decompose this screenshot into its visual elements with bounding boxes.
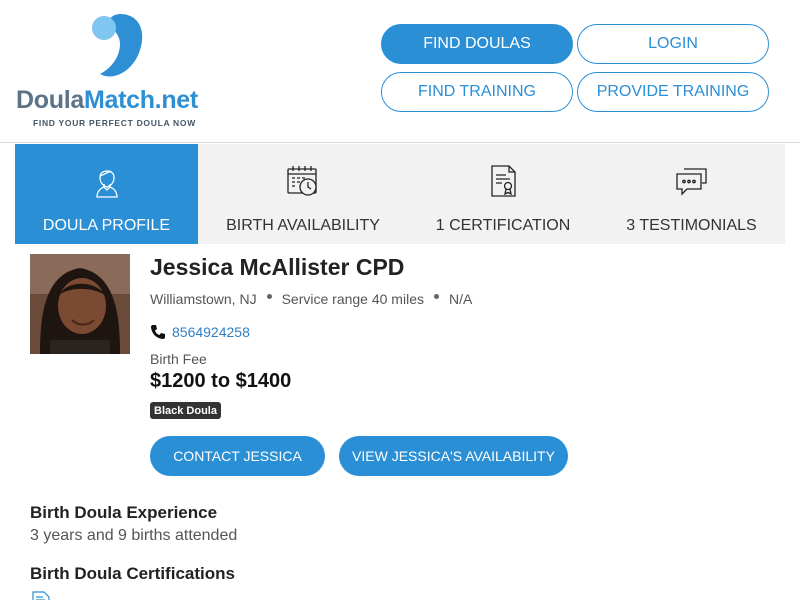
- tab-birth-availability[interactable]: BIRTH AVAILABILITY: [198, 144, 408, 244]
- tab-label: DOULA PROFILE: [42, 217, 171, 234]
- profile-photo: [30, 254, 130, 354]
- view-availability-button[interactable]: VIEW JESSICA'S AVAILABILITY: [339, 436, 568, 476]
- phone-icon: [151, 325, 165, 339]
- chat-bubbles-icon: [675, 168, 707, 196]
- profile-photo-image: [30, 254, 130, 354]
- birth-fee-label: Birth Fee: [150, 351, 207, 367]
- find-training-button[interactable]: FIND TRAINING: [381, 72, 573, 112]
- logo-mark-icon: [92, 14, 143, 77]
- phone-row[interactable]: 8564924258: [150, 324, 250, 340]
- site-header: DoulaMatch.net FIND YOUR PERFECT DOULA N…: [0, 0, 800, 143]
- profile-tabs: DOULA PROFILE BIRTH AVAILABILITY 1 CERTI…: [15, 144, 785, 244]
- experience-text: 3 years and 9 births attended: [30, 527, 238, 544]
- logo-wordmark: DoulaMatch.net: [16, 86, 198, 114]
- login-button[interactable]: LOGIN: [577, 24, 769, 64]
- person-icon: [95, 170, 118, 198]
- tab-label: 3 TESTIMONIALS: [626, 217, 757, 234]
- birth-fee-value: $1200 to $1400: [150, 370, 292, 392]
- certificate-icon: [491, 165, 516, 197]
- certifications-title: Birth Doula Certifications: [30, 564, 235, 583]
- separator-dot: [433, 293, 439, 299]
- tab-doula-profile[interactable]: DOULA PROFILE: [15, 144, 198, 244]
- doula-service-range: Service range 40 miles: [281, 291, 424, 307]
- certificate-icon: [32, 591, 50, 600]
- phone-number-link[interactable]: 8564924258: [172, 324, 250, 340]
- doula-name: Jessica McAllister CPD: [150, 254, 405, 280]
- tab-label: 1 CERTIFICATION: [435, 217, 571, 234]
- experience-title: Birth Doula Experience: [30, 503, 218, 522]
- tab-testimonials[interactable]: 3 TESTIMONIALS: [598, 144, 785, 244]
- find-doulas-button[interactable]: FIND DOULAS: [381, 24, 573, 64]
- provide-training-button[interactable]: PROVIDE TRAINING: [577, 72, 769, 112]
- tab-certification[interactable]: 1 CERTIFICATION: [408, 144, 598, 244]
- contact-jessica-button[interactable]: CONTACT JESSICA: [150, 436, 325, 476]
- doula-extra: N/A: [448, 291, 473, 307]
- logo-tagline: FIND YOUR PERFECT DOULA NOW: [33, 118, 196, 128]
- tab-label: BIRTH AVAILABILITY: [226, 217, 380, 234]
- black-doula-badge: Black Doula: [150, 402, 221, 419]
- doula-location: Williamstown, NJ: [150, 291, 257, 307]
- site-logo[interactable]: DoulaMatch.net FIND YOUR PERFECT DOULA N…: [16, 10, 216, 132]
- doula-meta: Williamstown, NJ Service range 40 miles …: [150, 291, 472, 307]
- calendar-clock-icon: [287, 166, 317, 196]
- separator-dot: [266, 293, 272, 299]
